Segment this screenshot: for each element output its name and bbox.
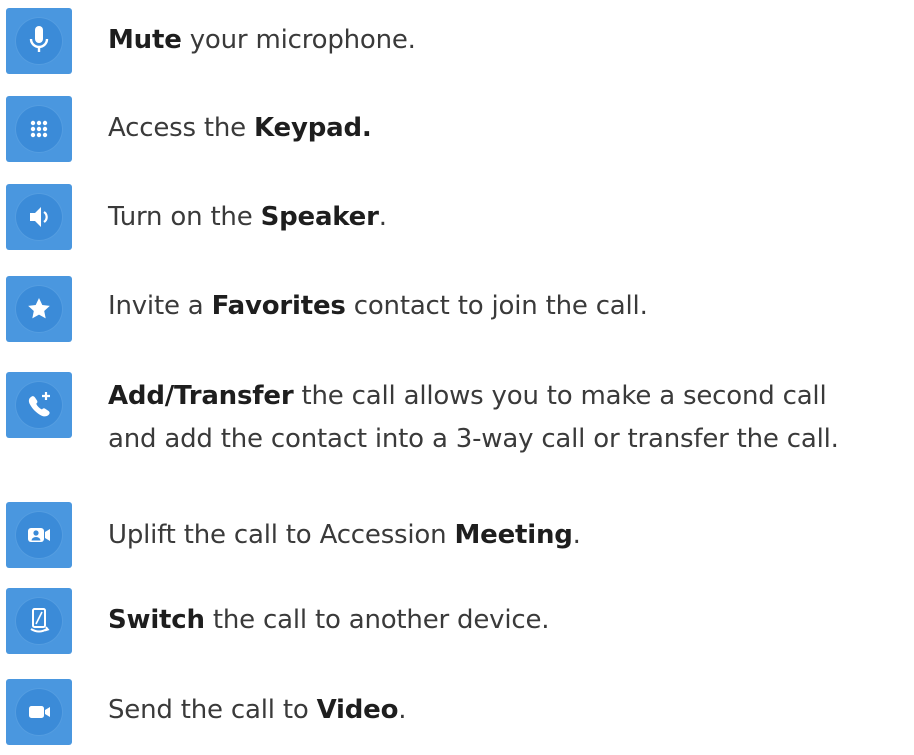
microphone-icon <box>29 26 49 52</box>
meeting-icon <box>28 528 50 542</box>
switch-description: Switch the call to another device. <box>108 599 550 642</box>
add-transfer-description-after: the call allows you to make a second cal… <box>293 381 827 411</box>
speaker-description-before: Turn on the <box>108 202 261 232</box>
speaker-description: Turn on the Speaker. <box>108 196 387 239</box>
speaker-description-after: . <box>378 202 387 232</box>
keypad-button[interactable] <box>6 96 72 162</box>
video-description-before: Send the call to <box>108 695 317 725</box>
meeting-button[interactable] <box>6 502 72 568</box>
meeting-description-before: Uplift the call to Accession <box>108 520 455 550</box>
meeting-label: Meeting <box>454 520 573 550</box>
video-label: Video <box>316 695 399 725</box>
keypad-description: Access the Keypad. <box>108 107 372 150</box>
meeting-description: Uplift the call to Accession Meeting. <box>108 514 581 557</box>
favorites-description-before: Invite a <box>108 291 212 321</box>
switch-button[interactable] <box>6 588 72 654</box>
mute-description: Mute your microphone. <box>108 19 416 62</box>
keypad-description-before: Access the <box>108 113 255 143</box>
mute-button[interactable] <box>6 8 72 74</box>
add-call-icon <box>28 392 50 417</box>
add-transfer-description: Add/Transfer the call allows you to make… <box>108 375 839 461</box>
mute-label: Mute <box>108 25 182 55</box>
star-icon <box>28 298 50 319</box>
speaker-label: Speaker <box>260 202 379 232</box>
favorites-button[interactable] <box>6 276 72 342</box>
switch-device-icon <box>30 608 50 633</box>
mute-description-after: your microphone. <box>181 25 416 55</box>
video-description: Send the call to Video. <box>108 689 407 732</box>
add-transfer-button[interactable] <box>6 372 72 438</box>
keypad-label: Keypad. <box>254 113 372 143</box>
keypad-icon <box>30 120 48 138</box>
video-description-after: . <box>398 695 407 725</box>
favorites-description: Invite a Favorites contact to join the c… <box>108 285 648 328</box>
speaker-button[interactable] <box>6 184 72 250</box>
favorites-label: Favorites <box>211 291 346 321</box>
add-transfer-label: Add/Transfer <box>108 381 294 411</box>
favorites-description-after: contact to join the call. <box>345 291 648 321</box>
meeting-description-after: . <box>572 520 581 550</box>
add-transfer-description-line2: and add the contact into a 3-way call or… <box>108 424 839 454</box>
video-button[interactable] <box>6 679 72 745</box>
switch-label: Switch <box>108 605 205 635</box>
speaker-icon <box>30 207 48 227</box>
video-icon <box>29 706 50 718</box>
switch-description-after: the call to another device. <box>204 605 550 635</box>
